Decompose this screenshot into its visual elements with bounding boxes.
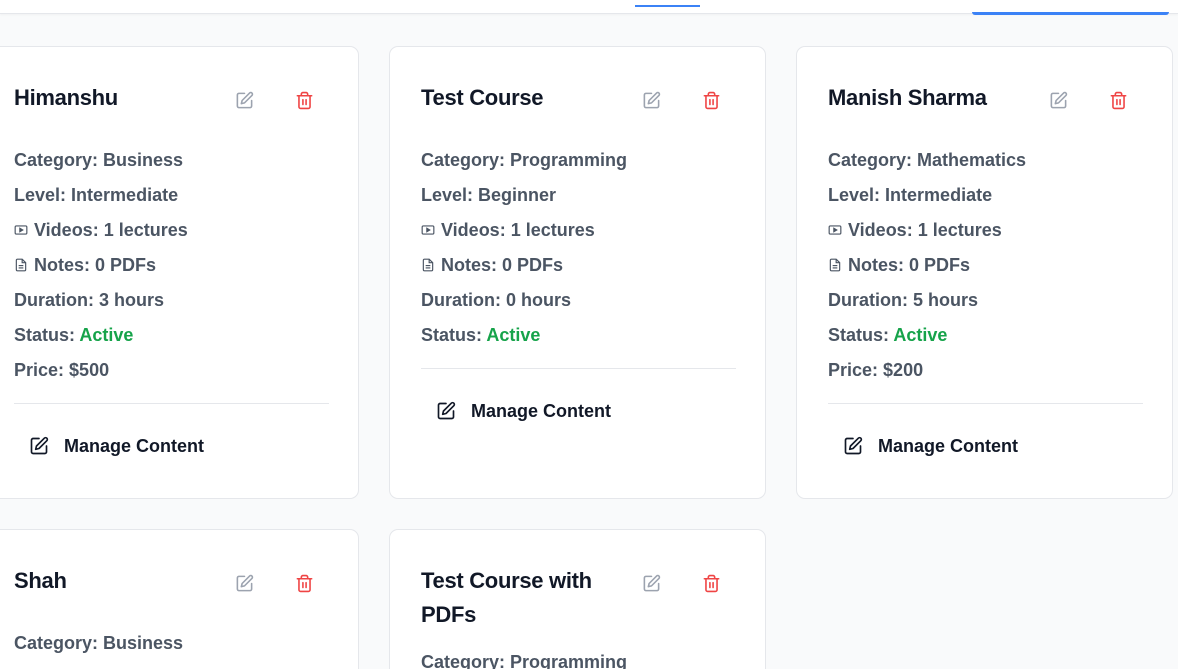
course-title: Test Course: [421, 85, 544, 110]
manage-content-button[interactable]: Manage Content: [436, 396, 611, 426]
card-divider: [14, 403, 329, 404]
add-course-button[interactable]: [972, 12, 1169, 15]
course-card: Himanshu Category: Business Level: Inter…: [0, 46, 359, 499]
course-price: Price: $500: [14, 360, 110, 380]
course-notes: Notes: 0 PDFs: [421, 254, 563, 277]
edit-icon: [643, 91, 660, 108]
trash-icon: [1110, 91, 1126, 109]
video-icon: [421, 220, 435, 242]
course-videos: Videos: 1 lectures: [828, 219, 1002, 242]
document-icon: [828, 255, 842, 277]
trash-icon: [296, 574, 312, 592]
trash-icon: [703, 574, 719, 592]
course-videos: Videos: 1 lectures: [14, 219, 188, 242]
status-badge: Active: [893, 325, 948, 345]
video-icon: [828, 220, 842, 242]
delete-course-button[interactable]: [1107, 89, 1129, 111]
edit-course-button[interactable]: [233, 89, 255, 111]
card-divider: [421, 368, 736, 369]
manage-content-label: Manage Content: [471, 400, 612, 421]
course-level: Level: Intermediate: [14, 185, 179, 205]
delete-course-button[interactable]: [700, 89, 722, 111]
course-card: Test Course Category: Programming Level:…: [389, 46, 766, 499]
document-icon: [421, 255, 435, 277]
video-icon: [14, 220, 28, 242]
course-title: Manish Sharma: [828, 85, 987, 110]
course-title: Shah: [14, 568, 67, 593]
manage-content-label: Manage Content: [64, 435, 205, 456]
edit-icon: [1050, 91, 1067, 108]
delete-course-button[interactable]: [293, 89, 315, 111]
manage-content-label: Manage Content: [878, 435, 1019, 456]
course-title: Test Course with PDFs: [421, 568, 592, 627]
top-header-bar: [0, 0, 1178, 15]
course-category: Category: Mathematics: [828, 150, 1027, 170]
edit-course-button[interactable]: [233, 572, 255, 594]
active-tab-indicator: [635, 5, 700, 7]
status-badge: Active: [486, 325, 541, 345]
edit-icon: [236, 574, 253, 591]
edit-icon: [236, 91, 253, 108]
course-status: Status: Active: [828, 325, 948, 345]
status-badge: Active: [79, 325, 134, 345]
edit-icon: [643, 574, 660, 591]
edit-course-button[interactable]: [1047, 89, 1069, 111]
edit-course-button[interactable]: [640, 572, 662, 594]
edit-icon: [844, 436, 863, 455]
manage-content-button[interactable]: Manage Content: [843, 431, 1018, 461]
edit-icon: [437, 401, 456, 420]
course-level: Level: Intermediate: [828, 185, 993, 205]
course-duration: Duration: 0 hours: [421, 290, 572, 310]
course-notes: Notes: 0 PDFs: [828, 254, 970, 277]
course-status: Status: Active: [14, 325, 134, 345]
course-category: Category: Programming: [421, 150, 628, 170]
course-level: Level: Beginner: [421, 185, 557, 205]
course-duration: Duration: 5 hours: [828, 290, 979, 310]
course-duration: Duration: 3 hours: [14, 290, 165, 310]
course-category: Category: Business: [14, 150, 184, 170]
card-divider: [828, 403, 1143, 404]
course-notes: Notes: 0 PDFs: [14, 254, 156, 277]
course-videos: Videos: 1 lectures: [421, 219, 595, 242]
course-card: Shah Category: Business: [0, 529, 359, 669]
course-status: Status: Active: [421, 325, 541, 345]
delete-course-button[interactable]: [700, 572, 722, 594]
course-card: Manish Sharma Category: Mathematics Leve…: [796, 46, 1173, 499]
document-icon: [14, 255, 28, 277]
trash-icon: [296, 91, 312, 109]
course-price: Price: $200: [828, 360, 924, 380]
edit-icon: [30, 436, 49, 455]
course-title: Himanshu: [14, 85, 118, 110]
edit-course-button[interactable]: [640, 89, 662, 111]
course-category: Category: Business: [14, 633, 184, 653]
trash-icon: [703, 91, 719, 109]
delete-course-button[interactable]: [293, 572, 315, 594]
course-category: Category: Programming: [421, 652, 628, 669]
manage-content-button[interactable]: Manage Content: [29, 431, 204, 461]
course-card: Test Course with PDFs Category: Programmi…: [389, 529, 766, 669]
